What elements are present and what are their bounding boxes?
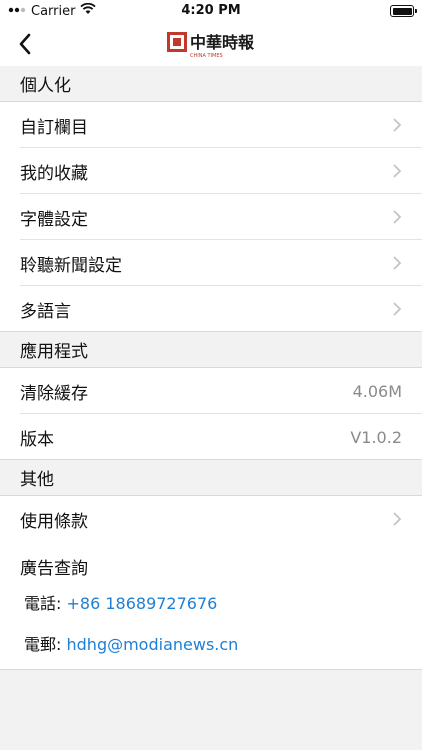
phone-label: 電話:: [24, 594, 62, 613]
row-font-settings[interactable]: 字體設定: [0, 194, 422, 240]
row-label: 清除緩存: [20, 383, 88, 404]
row-version: 版本 V1.0.2: [0, 414, 422, 460]
row-label: 自訂欄目: [20, 117, 88, 138]
row-listen-news-settings[interactable]: 聆聽新聞設定: [0, 240, 422, 286]
row-label: 聆聽新聞設定: [20, 255, 122, 276]
status-time: 4:20 PM: [181, 3, 241, 18]
chevron-right-icon: [393, 118, 402, 132]
ad-inquiry-block: 廣告查詢 電話: +86 18689727676 電郵: hdhg@modian…: [0, 540, 422, 670]
chevron-right-icon: [393, 256, 402, 270]
chevron-right-icon: [393, 512, 402, 526]
row-my-favorites[interactable]: 我的收藏: [0, 148, 422, 194]
email-link[interactable]: hdhg@modianews.cn: [67, 635, 239, 654]
row-label: 使用條款: [20, 511, 88, 532]
chevron-right-icon: [393, 164, 402, 178]
email-label: 電郵:: [24, 635, 62, 654]
chevron-right-icon: [393, 210, 402, 224]
email-line: 電郵: hdhg@modianews.cn: [24, 631, 238, 655]
nav-bar: 中華時報 CHINA TIMES: [0, 22, 422, 66]
section-header-personalize: 個人化: [0, 66, 422, 102]
back-button[interactable]: [12, 30, 42, 58]
section-header-application: 應用程式: [0, 332, 422, 368]
status-bar: Carrier 4:20 PM: [0, 0, 422, 22]
row-label: 多語言: [20, 301, 71, 322]
row-label: 我的收藏: [20, 163, 88, 184]
china-times-logo: 中華時報 CHINA TIMES: [166, 28, 258, 60]
cache-size-value: 4.06M: [352, 381, 402, 401]
svg-text:CHINA TIMES: CHINA TIMES: [190, 53, 223, 59]
phone-link[interactable]: +86 18689727676: [67, 594, 218, 613]
row-label: 版本: [20, 429, 54, 450]
version-value: V1.0.2: [350, 427, 402, 447]
ad-inquiry-title: 廣告查詢: [20, 559, 88, 579]
row-custom-columns[interactable]: 自訂欄目: [0, 102, 422, 148]
row-label: 字體設定: [20, 209, 88, 230]
chevron-right-icon: [393, 302, 402, 316]
svg-text:中華時報: 中華時報: [190, 33, 255, 52]
battery-icon: [390, 5, 417, 17]
row-clear-cache[interactable]: 清除緩存 4.06M: [0, 368, 422, 414]
row-terms-of-use[interactable]: 使用條款: [0, 496, 422, 542]
chevron-left-icon: [19, 33, 31, 55]
section-header-other: 其他: [0, 460, 422, 496]
row-multi-language[interactable]: 多語言: [0, 286, 422, 332]
phone-line: 電話: +86 18689727676: [24, 590, 217, 614]
